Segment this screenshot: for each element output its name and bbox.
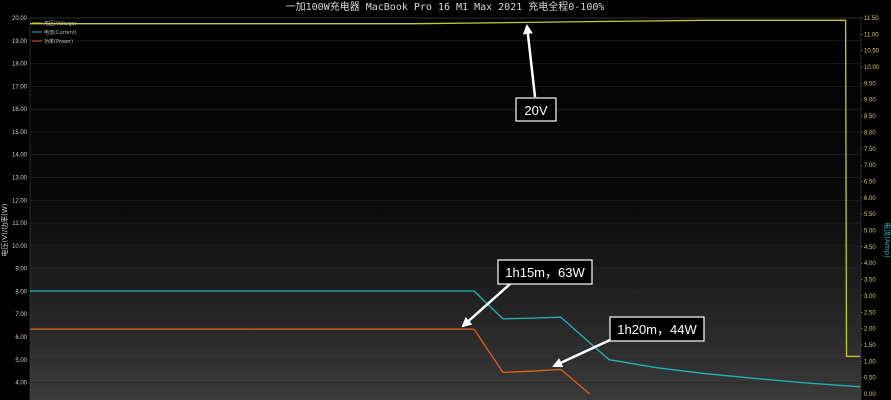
left-tick-label: 7.00 bbox=[15, 312, 27, 318]
left-tick-label: 19.00 bbox=[12, 39, 28, 45]
right-axis-label: 电流(Amp) bbox=[883, 222, 891, 258]
right-tick-label: 5.00 bbox=[864, 229, 876, 235]
right-tick-label: 9.00 bbox=[864, 98, 876, 104]
right-tick-label: 3.50 bbox=[864, 278, 876, 284]
right-tick-label: 10.00 bbox=[864, 65, 880, 71]
left-tick-label: 8.00 bbox=[15, 289, 27, 295]
right-tick-label: 11.00 bbox=[864, 32, 879, 38]
annotation-20v-label: 20V bbox=[524, 103, 547, 118]
right-tick-label: 6.00 bbox=[864, 196, 876, 202]
right-tick-label: 10.50 bbox=[864, 49, 880, 55]
right-tick-label: 2.50 bbox=[864, 310, 876, 316]
right-tick-label: 0.50 bbox=[864, 376, 876, 382]
right-tick-label: 1.00 bbox=[864, 359, 876, 365]
right-tick-label: 0.00 bbox=[864, 392, 876, 398]
left-tick-label: 10.00 bbox=[12, 244, 28, 250]
charging-chart: 一加100W充电器 MacBook Pro 16 M1 Max 2021 充电全… bbox=[0, 0, 891, 400]
left-tick-label: 13.00 bbox=[12, 176, 28, 182]
left-tick-label: 11.00 bbox=[12, 221, 27, 227]
left-tick-label: 17.00 bbox=[12, 84, 28, 90]
right-tick-label: 1.50 bbox=[864, 343, 876, 349]
legend-voltage: 电压(Voltage) bbox=[44, 20, 77, 27]
left-tick-label: 14.00 bbox=[12, 153, 28, 159]
left-tick-label: 4.00 bbox=[15, 381, 27, 387]
chart-title: 一加100W充电器 MacBook Pro 16 M1 Max 2021 充电全… bbox=[286, 0, 605, 13]
right-tick-label: 3.00 bbox=[864, 294, 876, 300]
left-tick-label: 16.00 bbox=[12, 107, 28, 113]
left-axis-label: 电压(V)/功率(W) bbox=[0, 203, 9, 256]
left-tick-label: 18.00 bbox=[12, 62, 28, 68]
right-tick-label: 8.50 bbox=[864, 114, 876, 120]
right-tick-label: 7.00 bbox=[864, 163, 876, 169]
right-tick-label: 9.50 bbox=[864, 81, 876, 87]
legend-power: 功率(Power) bbox=[44, 38, 73, 45]
right-tick-label: 11.50 bbox=[864, 16, 879, 22]
annotation-63w-label: 1h15m，63W bbox=[505, 265, 585, 280]
left-tick-label: 5.00 bbox=[15, 358, 27, 364]
right-tick-label: 6.50 bbox=[864, 179, 876, 185]
annotation-44w-label: 1h20m，44W bbox=[617, 322, 697, 337]
right-tick-label: 8.00 bbox=[864, 130, 876, 136]
right-tick-label: 5.50 bbox=[864, 212, 876, 218]
left-tick-label: 9.00 bbox=[15, 267, 27, 273]
left-tick-label: 20.00 bbox=[12, 16, 28, 22]
left-tick-label: 12.00 bbox=[12, 198, 28, 204]
plot-area bbox=[30, 18, 861, 400]
right-tick-label: 4.00 bbox=[864, 261, 876, 267]
right-tick-label: 7.50 bbox=[864, 147, 876, 153]
left-tick-label: 6.00 bbox=[15, 335, 27, 341]
left-tick-label: 15.00 bbox=[12, 130, 28, 136]
right-tick-label: 4.50 bbox=[864, 245, 876, 251]
right-tick-label: 2.00 bbox=[864, 327, 876, 333]
legend-current: 电流(Current) bbox=[44, 29, 77, 36]
